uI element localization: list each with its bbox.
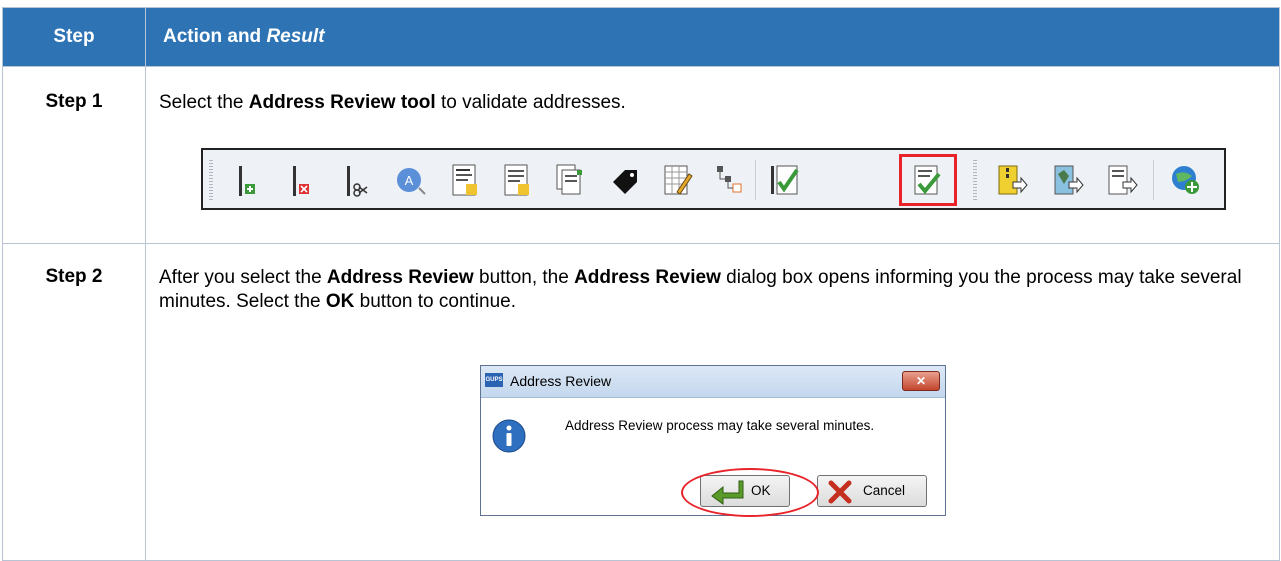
text-span: Select the xyxy=(159,92,249,113)
export-list-icon[interactable] xyxy=(1103,160,1139,200)
toolbar-separator xyxy=(1153,160,1154,200)
toolbar-grip xyxy=(209,160,213,200)
new-record-icon[interactable] xyxy=(447,160,483,200)
table-header-row: Step Action and Result xyxy=(2,7,1280,67)
text-span: After you select the xyxy=(159,267,327,288)
hierarchy-icon[interactable] xyxy=(711,160,747,200)
tag-icon[interactable] xyxy=(607,160,643,200)
dialog-titlebar: GUPS Address Review ✕ xyxy=(481,366,945,398)
header-step: Step xyxy=(2,7,146,67)
app-icon: GUPS xyxy=(485,373,503,387)
new-list-icon[interactable] xyxy=(499,160,535,200)
step-cell: Step 2 xyxy=(2,243,146,561)
bold-span: Address Review xyxy=(326,267,474,288)
edit-table-icon[interactable] xyxy=(659,160,695,200)
close-button[interactable]: ✕ xyxy=(902,371,940,391)
review-check-icon[interactable] xyxy=(767,160,803,200)
ok-highlight-ring xyxy=(681,468,819,517)
text-span: button to continue. xyxy=(354,291,516,312)
bold-span: Address Review xyxy=(574,267,721,288)
cancel-button[interactable]: Cancel xyxy=(817,475,927,507)
cancel-label: Cancel xyxy=(863,483,906,498)
dialog-title: Address Review xyxy=(510,373,612,389)
bold-span: OK xyxy=(325,291,355,312)
info-icon xyxy=(491,418,527,454)
copy-records-icon[interactable] xyxy=(553,160,589,200)
step-cell: Step 1 xyxy=(2,66,146,244)
toolbar: A xyxy=(201,148,1226,210)
export-map-icon[interactable] xyxy=(1049,160,1085,200)
header-action-prefix: Action and xyxy=(163,26,267,47)
header-action-result: Result xyxy=(266,26,325,47)
export-zip-icon[interactable] xyxy=(993,160,1029,200)
cancel-x-icon xyxy=(828,480,852,504)
address-tool-icon[interactable]: A xyxy=(393,160,429,200)
add-line-icon[interactable] xyxy=(233,160,269,200)
text-span: to validate addresses. xyxy=(435,92,626,113)
step2-instruction: After you select the Address Review butt… xyxy=(146,244,1269,314)
toolbar-grip xyxy=(973,160,977,200)
svg-text:A: A xyxy=(405,173,414,188)
dialog-body: Address Review process may take several … xyxy=(481,398,945,517)
header-action: Action and Result xyxy=(145,7,1280,67)
dialog-message: Address Review process may take several … xyxy=(565,418,875,433)
step1-instruction: Select the Address Review tool to valida… xyxy=(146,67,1279,115)
step-label: Step 1 xyxy=(45,91,103,112)
step-label: Step 2 xyxy=(45,266,103,287)
delete-line-icon[interactable] xyxy=(287,160,323,200)
highlight-box xyxy=(899,154,957,206)
add-globe-icon[interactable] xyxy=(1168,160,1204,200)
bold-span: Address Review tool xyxy=(248,92,436,113)
address-review-dialog: GUPS Address Review ✕ Address Review pro… xyxy=(480,365,946,517)
split-line-icon[interactable] xyxy=(341,160,377,200)
toolbar-separator xyxy=(755,160,756,200)
text-span: button, the xyxy=(473,267,575,288)
